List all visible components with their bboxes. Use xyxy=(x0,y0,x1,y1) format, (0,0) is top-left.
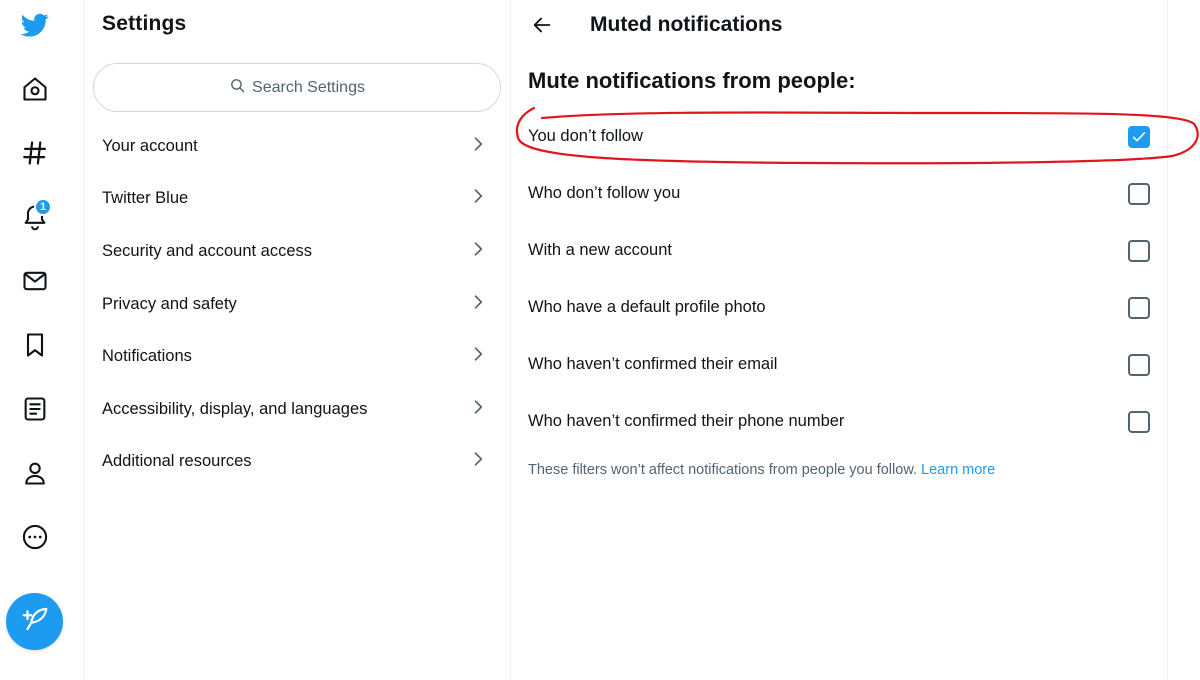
settings-item-privacy[interactable]: Privacy and safety xyxy=(84,278,510,331)
option-label: You don’t follow xyxy=(528,127,643,145)
option-new-account[interactable]: With a new account xyxy=(511,222,1168,279)
settings-item-label: Your account xyxy=(102,136,198,155)
checkbox[interactable] xyxy=(1128,239,1150,262)
lists-icon xyxy=(21,395,49,428)
nav-notifications[interactable]: 1 xyxy=(10,194,60,244)
twitter-bird-icon xyxy=(20,11,49,44)
checkbox[interactable] xyxy=(1128,125,1150,148)
nav-profile[interactable] xyxy=(10,450,60,500)
muted-notifications-panel: Muted notifications Mute notifications f… xyxy=(511,0,1168,680)
option-label: Who haven’t confirmed their phone number xyxy=(528,412,845,430)
nav-more[interactable] xyxy=(10,514,60,564)
option-label: With a new account xyxy=(528,241,672,259)
option-default-profile-photo[interactable]: Who have a default profile photo xyxy=(511,279,1168,336)
checkbox[interactable] xyxy=(1128,353,1150,376)
chevron-right-icon xyxy=(468,397,488,422)
checkbox[interactable] xyxy=(1128,410,1150,433)
nav-rail: 1 xyxy=(0,0,84,680)
search-settings-input[interactable]: Search Settings xyxy=(93,63,501,112)
bookmarks-icon xyxy=(21,331,49,364)
checkbox[interactable] xyxy=(1128,296,1150,319)
chevron-right-icon xyxy=(468,186,488,211)
page-title: Muted notifications xyxy=(590,13,783,36)
option-who-dont-follow-you[interactable]: Who don’t follow you xyxy=(511,165,1168,222)
settings-item-label: Security and account access xyxy=(102,241,313,260)
option-unconfirmed-email[interactable]: Who haven’t confirmed their email xyxy=(511,336,1168,393)
checkbox[interactable] xyxy=(1128,182,1150,205)
compose-tweet-button[interactable] xyxy=(6,593,63,650)
chevron-right-icon xyxy=(468,292,488,317)
settings-title: Settings xyxy=(102,12,187,35)
messages-envelope-icon xyxy=(21,267,49,300)
learn-more-link[interactable]: Learn more xyxy=(921,462,995,478)
settings-menu: Your account Twitter Blue Security and a… xyxy=(84,120,510,488)
settings-item-notifications[interactable]: Notifications xyxy=(84,330,510,383)
search-icon xyxy=(229,77,246,99)
settings-item-twitter-blue[interactable]: Twitter Blue xyxy=(84,173,510,226)
footnote-text: These filters won’t affect notifications… xyxy=(528,462,918,478)
chevron-right-icon xyxy=(468,134,488,159)
section-heading: Mute notifications from people: xyxy=(528,68,856,93)
option-label: Who haven’t confirmed their email xyxy=(528,355,778,373)
nav-explore[interactable] xyxy=(10,130,60,180)
arrow-left-icon xyxy=(531,14,553,41)
settings-item-label: Privacy and safety xyxy=(102,294,237,313)
settings-item-accessibility[interactable]: Accessibility, display, and languages xyxy=(84,383,510,436)
settings-item-label: Notifications xyxy=(102,347,192,366)
settings-item-label: Additional resources xyxy=(102,452,252,471)
nav-messages[interactable] xyxy=(10,258,60,308)
nav-bookmarks[interactable] xyxy=(10,322,60,372)
explore-hashtag-icon xyxy=(21,139,49,172)
option-you-dont-follow[interactable]: You don’t follow xyxy=(511,108,1168,165)
chevron-right-icon xyxy=(468,449,488,474)
settings-item-your-account[interactable]: Your account xyxy=(84,120,510,173)
settings-item-security[interactable]: Security and account access xyxy=(84,225,510,278)
chevron-right-icon xyxy=(468,239,488,264)
settings-column: Settings Search Settings Your account Tw… xyxy=(84,0,511,680)
more-icon xyxy=(21,523,49,556)
back-button[interactable] xyxy=(525,10,559,44)
chevron-right-icon xyxy=(468,344,488,369)
nav-lists[interactable] xyxy=(10,386,60,436)
settings-item-additional-resources[interactable]: Additional resources xyxy=(84,436,510,489)
home-icon xyxy=(21,75,49,108)
checkmark-icon xyxy=(1132,131,1146,141)
search-placeholder: Search Settings xyxy=(252,78,365,96)
filters-footnote: These filters won’t affect notifications… xyxy=(528,462,995,478)
option-unconfirmed-phone[interactable]: Who haven’t confirmed their phone number xyxy=(511,393,1168,450)
mute-options-list: You don’t follow Who don’t follow you Wi… xyxy=(511,108,1168,450)
settings-item-label: Twitter Blue xyxy=(102,189,189,208)
profile-icon xyxy=(21,459,49,492)
settings-item-label: Accessibility, display, and languages xyxy=(102,399,368,418)
notification-badge: 1 xyxy=(34,198,52,216)
option-label: Who don’t follow you xyxy=(528,184,681,202)
twitter-logo-link[interactable] xyxy=(10,2,60,52)
compose-feather-icon xyxy=(20,604,50,639)
nav-home[interactable] xyxy=(10,66,60,116)
option-label: Who have a default profile photo xyxy=(528,298,766,316)
